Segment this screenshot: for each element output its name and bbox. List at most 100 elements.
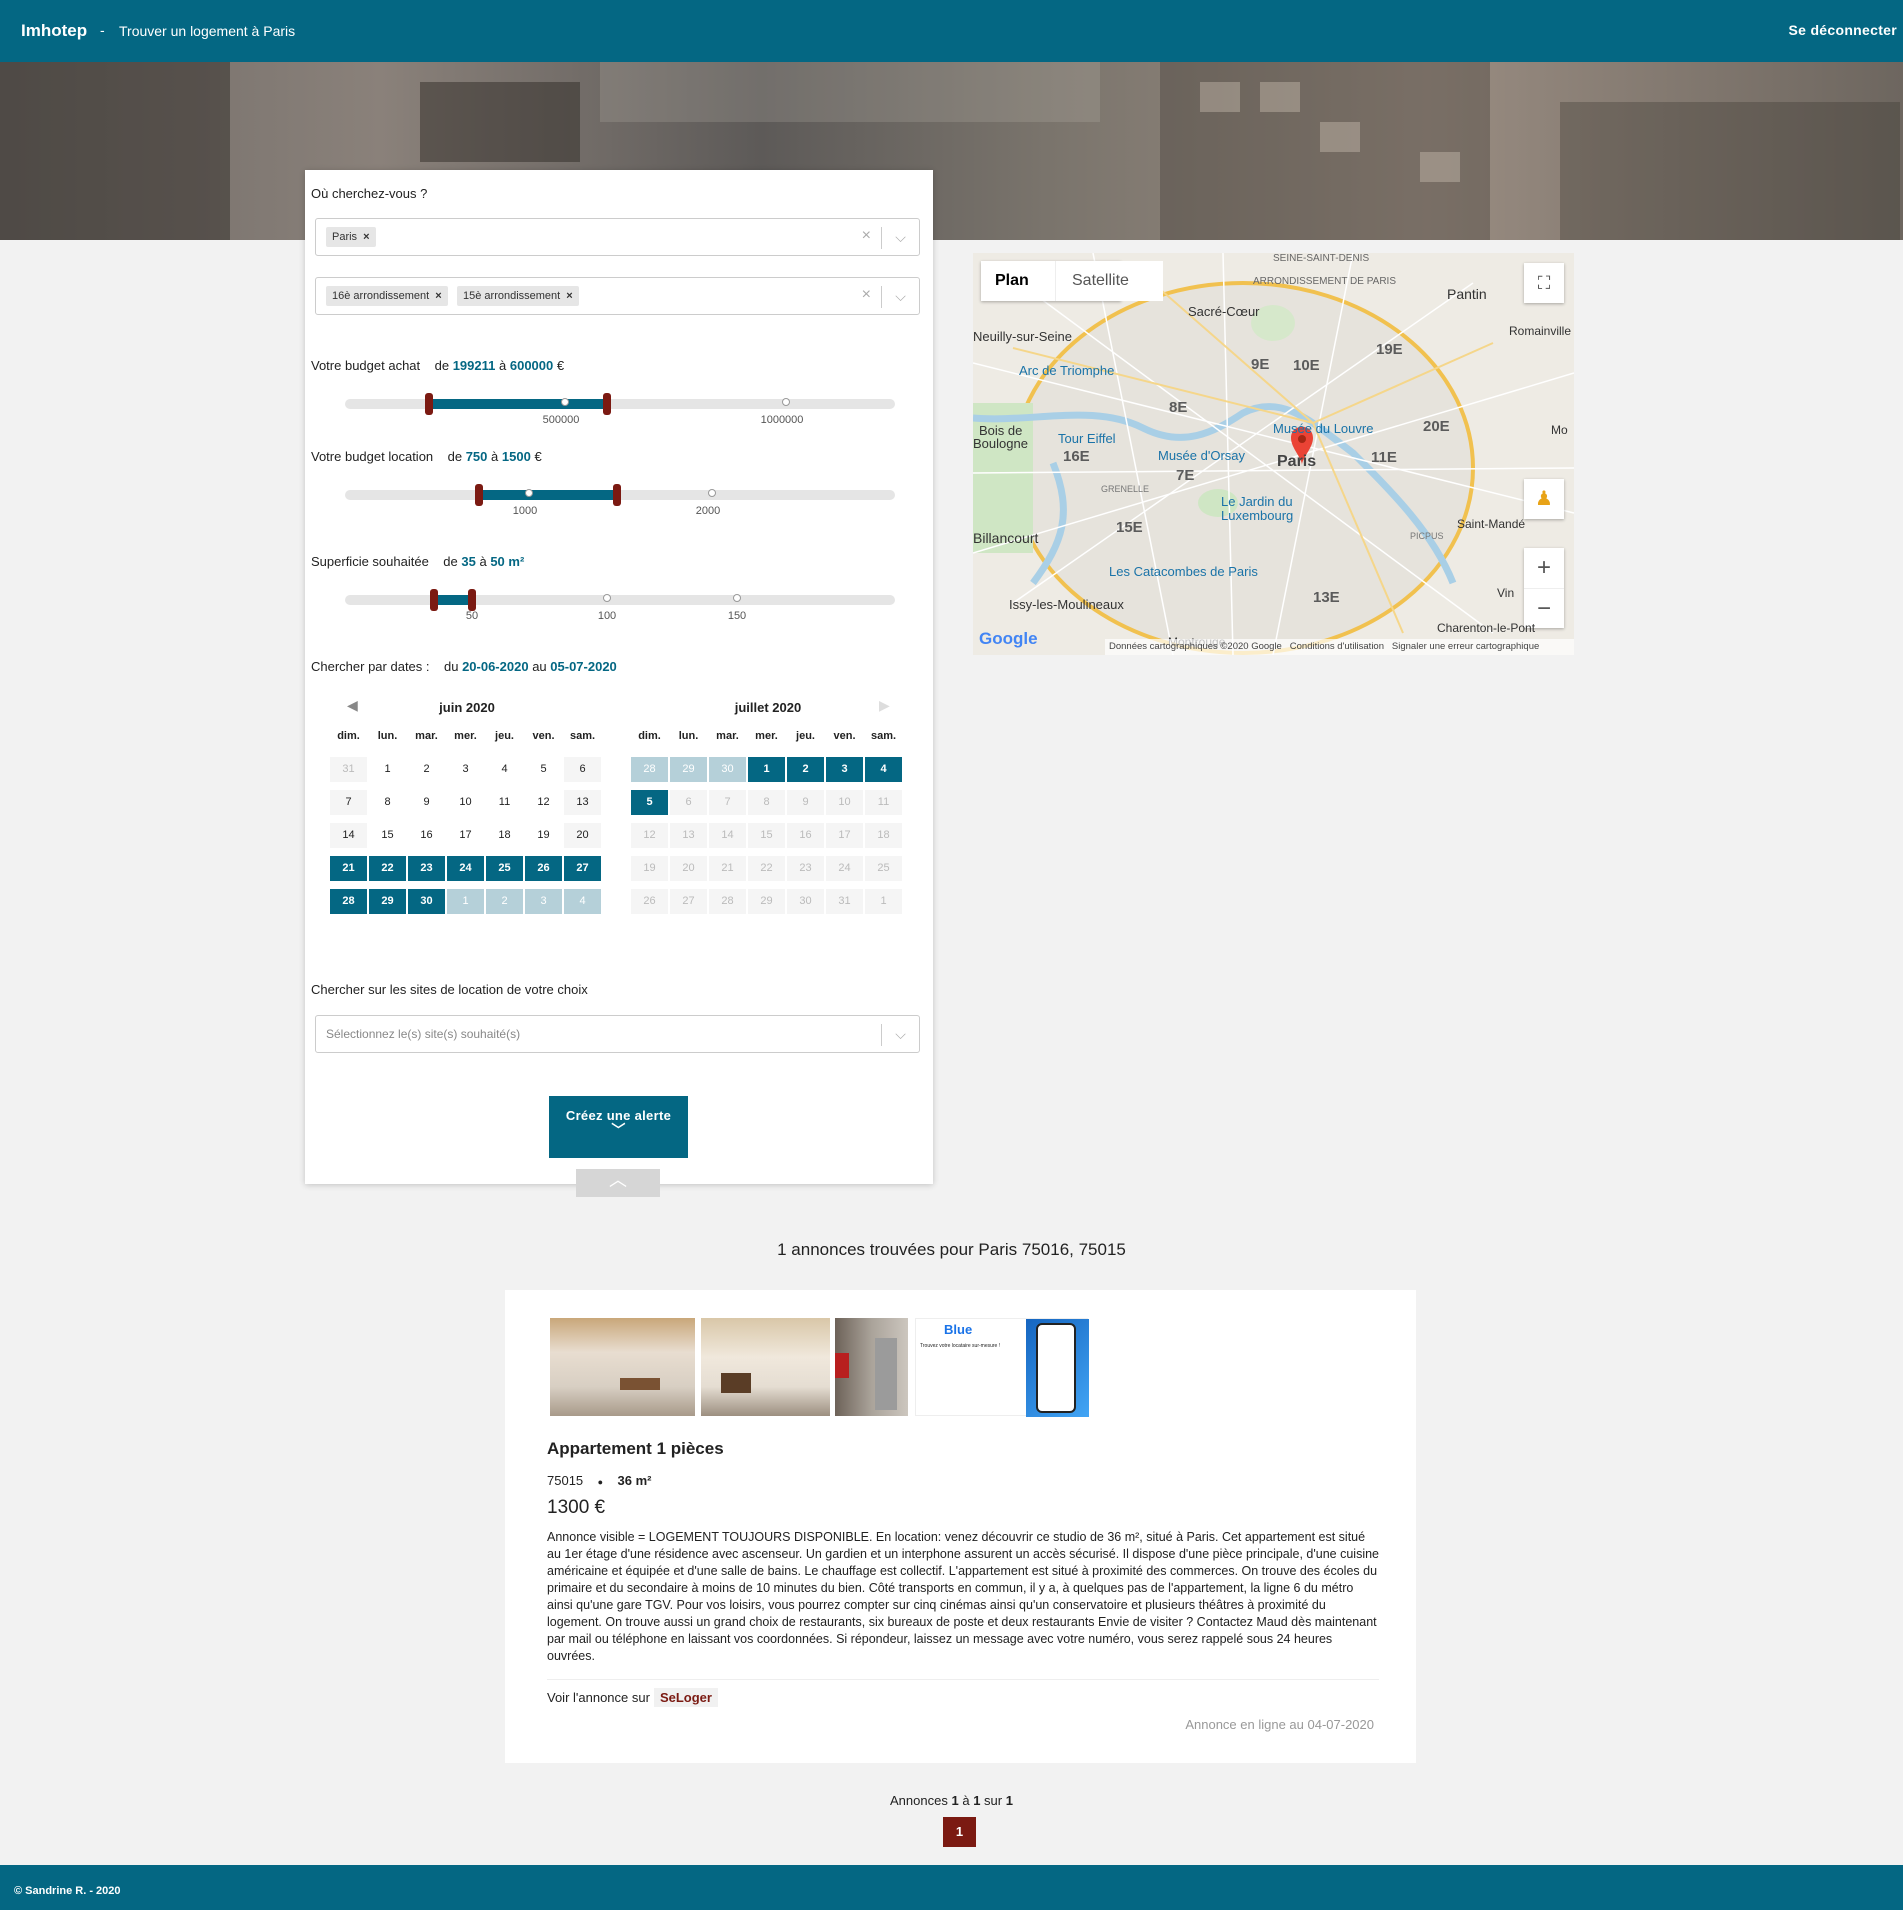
calendar-day[interactable]: 9 [408, 790, 445, 815]
listing-ad-image[interactable]: Blue Trouvez votre locataire sur-mesure … [915, 1318, 1089, 1417]
calendar-day[interactable]: 24 [447, 856, 484, 881]
calendar-day[interactable]: 28 [709, 889, 746, 914]
calendar-day[interactable]: 15 [369, 823, 406, 848]
chevron-down-icon[interactable]: ⌵ [881, 1024, 919, 1046]
create-alert-button[interactable]: Créez une alerte ﹀ [549, 1096, 688, 1158]
calendar-day[interactable]: 4 [865, 757, 902, 782]
map-tab-satellite[interactable]: Satellite [1072, 272, 1129, 290]
zoom-in-icon[interactable]: + [1524, 548, 1564, 588]
map-tab-plan[interactable]: Plan [995, 272, 1029, 290]
calendar-day[interactable]: 26 [631, 889, 668, 914]
page-button[interactable]: 1 [943, 1817, 976, 1847]
calendar-day[interactable]: 3 [447, 757, 484, 782]
calendar-day[interactable]: 1 [865, 889, 902, 914]
city-select[interactable]: Paris × × ⌵ [315, 218, 920, 256]
calendar-day[interactable]: 30 [787, 889, 824, 914]
surface-slider[interactable]: 50 100 150 [345, 589, 895, 622]
calendar-day[interactable]: 20 [670, 856, 707, 881]
calendar-day[interactable]: 6 [564, 757, 601, 782]
calendar-day[interactable]: 16 [787, 823, 824, 848]
budget-buy-slider[interactable]: 500000 1000000 [345, 393, 895, 426]
calendar-day[interactable]: 3 [525, 889, 562, 914]
clear-icon[interactable]: × [862, 286, 871, 304]
calendar-day[interactable]: 16 [408, 823, 445, 848]
calendar-day[interactable]: 24 [826, 856, 863, 881]
chevron-down-icon[interactable]: ⌵ [881, 227, 919, 249]
calendar-day[interactable]: 4 [486, 757, 523, 782]
calendar-day[interactable]: 2 [486, 889, 523, 914]
calendar-day[interactable]: 8 [369, 790, 406, 815]
clear-icon[interactable]: × [862, 227, 871, 245]
logout-link[interactable]: Se déconnecter [1789, 22, 1897, 38]
calendar-day[interactable]: 21 [330, 856, 367, 881]
calendar-day[interactable]: 2 [787, 757, 824, 782]
calendar-day[interactable]: 20 [564, 823, 601, 848]
slider-max-handle[interactable] [468, 589, 476, 611]
calendar-day[interactable]: 17 [826, 823, 863, 848]
map[interactable]: Plan Satellite ⛶ ♟ + − Sacré-Cœur Arc de… [973, 253, 1574, 655]
calendar-day[interactable]: 2 [408, 757, 445, 782]
chevron-down-icon[interactable]: ⌵ [881, 286, 919, 308]
calendar-day[interactable]: 1 [369, 757, 406, 782]
calendar-day[interactable]: 8 [748, 790, 785, 815]
calendar-day[interactable]: 27 [564, 856, 601, 881]
calendar-day[interactable]: 4 [564, 889, 601, 914]
seloger-link[interactable]: SeLoger [653, 1688, 718, 1707]
calendar-day[interactable]: 29 [369, 889, 406, 914]
calendar-day[interactable]: 7 [330, 790, 367, 815]
calendar-day[interactable]: 18 [865, 823, 902, 848]
calendar-day[interactable]: 15 [748, 823, 785, 848]
calendar-day[interactable]: 30 [408, 889, 445, 914]
slider-min-handle[interactable] [430, 589, 438, 611]
calendar-day[interactable]: 18 [486, 823, 523, 848]
district-select[interactable]: 16è arrondissement × 15è arrondissement × … [315, 277, 920, 315]
listing-photo[interactable] [550, 1318, 695, 1416]
calendar-day[interactable]: 1 [447, 889, 484, 914]
slider-max-handle[interactable] [603, 393, 611, 415]
calendar-day[interactable]: 19 [525, 823, 562, 848]
calendar-day[interactable]: 12 [525, 790, 562, 815]
calendar-day[interactable]: 28 [631, 757, 668, 782]
calendar-day[interactable]: 10 [447, 790, 484, 815]
calendar-day[interactable]: 5 [631, 790, 668, 815]
slider-max-handle[interactable] [613, 484, 621, 506]
slider-min-handle[interactable] [475, 484, 483, 506]
calendar-day[interactable]: 3 [826, 757, 863, 782]
fullscreen-icon[interactable]: ⛶ [1524, 263, 1564, 303]
pegman-icon[interactable]: ♟ [1524, 479, 1564, 519]
listing-title[interactable]: Appartement 1 pièces [547, 1439, 724, 1459]
calendar-day[interactable]: 22 [748, 856, 785, 881]
calendar-day[interactable]: 1 [748, 757, 785, 782]
calendar-day[interactable]: 9 [787, 790, 824, 815]
sites-select[interactable]: Sélectionnez le(s) site(s) souhaité(s) ⌵ [315, 1015, 920, 1053]
calendar-day[interactable]: 19 [631, 856, 668, 881]
calendar-day[interactable]: 12 [631, 823, 668, 848]
calendar-day[interactable]: 29 [748, 889, 785, 914]
calendar-day[interactable]: 10 [826, 790, 863, 815]
calendar-day[interactable]: 5 [525, 757, 562, 782]
listing-photo[interactable] [835, 1318, 908, 1416]
calendar-day[interactable]: 28 [330, 889, 367, 914]
calendar-day[interactable]: 25 [865, 856, 902, 881]
map-report-link[interactable]: Signaler une erreur cartographique [1392, 641, 1539, 652]
brand-logo[interactable]: Imhotep [21, 21, 87, 41]
calendar-day[interactable]: 30 [709, 757, 746, 782]
remove-tag-icon[interactable]: × [363, 231, 369, 243]
calendar-day[interactable]: 22 [369, 856, 406, 881]
remove-tag-icon[interactable]: × [435, 290, 441, 302]
calendar-day[interactable]: 29 [670, 757, 707, 782]
calendar-day[interactable]: 13 [564, 790, 601, 815]
slider-min-handle[interactable] [425, 393, 433, 415]
calendar-day[interactable]: 11 [486, 790, 523, 815]
calendar-day[interactable]: 31 [826, 889, 863, 914]
listing-photo[interactable] [701, 1318, 830, 1416]
calendar-day[interactable]: 11 [865, 790, 902, 815]
calendar-day[interactable]: 23 [787, 856, 824, 881]
map-terms-link[interactable]: Conditions d'utilisation [1290, 641, 1384, 652]
calendar-day[interactable]: 14 [709, 823, 746, 848]
calendar-day[interactable]: 7 [709, 790, 746, 815]
calendar-day[interactable]: 17 [447, 823, 484, 848]
calendar-day[interactable]: 27 [670, 889, 707, 914]
calendar-day[interactable]: 14 [330, 823, 367, 848]
budget-rent-slider[interactable]: 1000 2000 [345, 484, 895, 517]
